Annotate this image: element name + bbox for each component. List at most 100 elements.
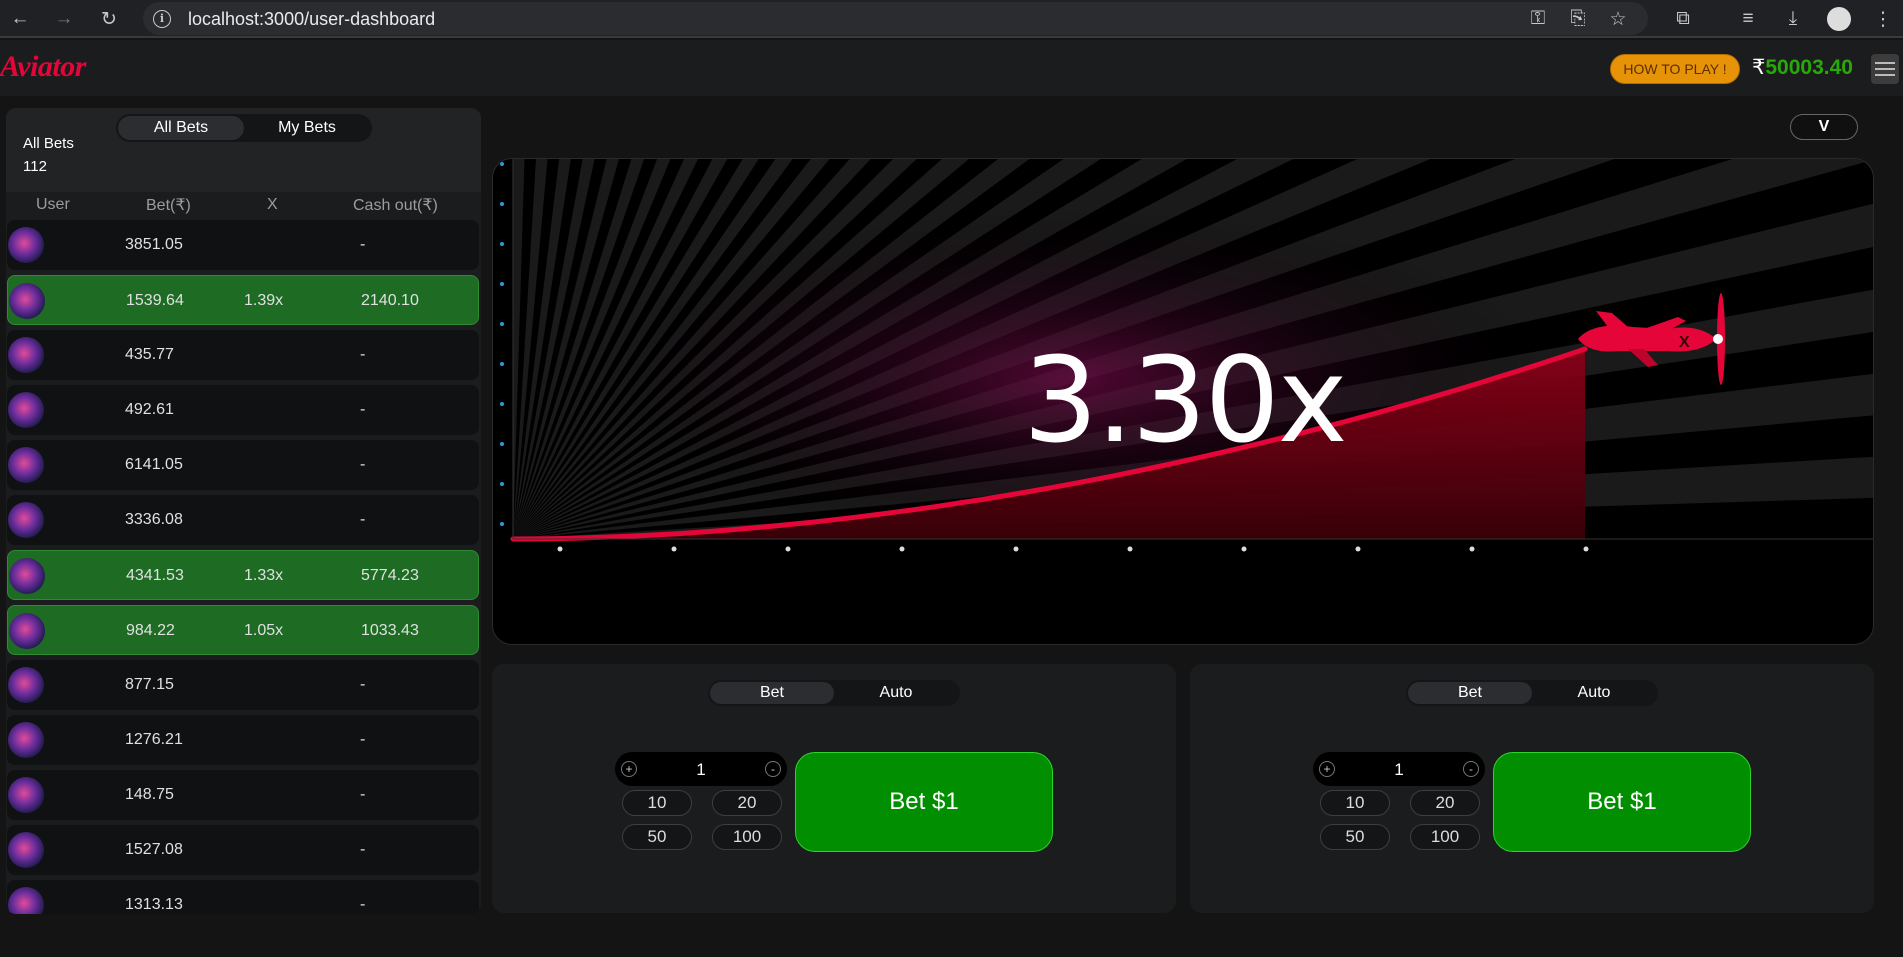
- game-canvas: X 3.30x: [492, 158, 1874, 645]
- table-row: 3851.05 -: [7, 220, 479, 270]
- download-icon[interactable]: ⤓: [1780, 6, 1806, 32]
- table-row: 1527.08 -: [7, 825, 479, 875]
- cashout-cell: -: [360, 346, 366, 363]
- tab-all-bets[interactable]: All Bets: [118, 116, 244, 140]
- bet-amount-cell: 1527.08: [125, 841, 183, 858]
- bookmark-star-icon[interactable]: ☆: [1605, 6, 1631, 32]
- bet-amount-cell: 1313.13: [125, 896, 183, 913]
- address-bar[interactable]: i localhost:3000/user-dashboard: [143, 2, 1648, 35]
- hamburger-menu-icon[interactable]: [1871, 54, 1899, 84]
- chip-20[interactable]: 20: [1410, 790, 1480, 816]
- col-bet: Bet(₹): [146, 197, 191, 214]
- bet-amount-value[interactable]: 1: [615, 760, 787, 780]
- place-bet-button[interactable]: Bet $1: [795, 752, 1053, 852]
- bet-panel-1: Bet Auto 1 + - 10 20 50 100 Bet $1: [492, 664, 1176, 913]
- bet-mode-switch: Bet Auto: [708, 680, 960, 706]
- extensions-icon[interactable]: ⧉: [1670, 6, 1696, 32]
- chip-10[interactable]: 10: [1320, 790, 1390, 816]
- site-info-icon[interactable]: i: [153, 10, 171, 28]
- back-icon[interactable]: ←: [8, 7, 32, 31]
- decrease-button[interactable]: -: [765, 761, 781, 777]
- table-row: 4341.53 1.33x 5774.23: [7, 550, 479, 600]
- profile-avatar-icon[interactable]: [1826, 6, 1852, 32]
- table-row: 877.15 -: [7, 660, 479, 710]
- bet-panel-2: Bet Auto 1 + - 10 20 50 100 Bet $1: [1190, 664, 1874, 913]
- user-avatar: [8, 502, 44, 538]
- place-bet-button[interactable]: Bet $1: [1493, 752, 1751, 852]
- url-text: localhost:3000/user-dashboard: [188, 9, 436, 29]
- reading-list-icon[interactable]: ≡: [1735, 6, 1761, 32]
- cashout-cell: 2140.10: [361, 292, 419, 309]
- cashout-cell: -: [360, 786, 366, 803]
- user-avatar: [8, 832, 44, 868]
- multiplier-cell: 1.05x: [244, 622, 284, 639]
- how-to-play-button[interactable]: HOW TO PLAY !: [1610, 54, 1740, 84]
- table-row: 3336.08 -: [7, 495, 479, 545]
- cashout-cell: -: [360, 731, 366, 748]
- current-multiplier: 3.30x: [1023, 331, 1348, 469]
- user-avatar: [8, 392, 44, 428]
- reload-icon[interactable]: ↻: [97, 7, 121, 31]
- cashout-cell: -: [360, 676, 366, 693]
- user-avatar: [8, 447, 44, 483]
- chip-50[interactable]: 50: [1320, 824, 1390, 850]
- bet-amount-cell: 148.75: [125, 786, 174, 803]
- bet-mode-switch: Bet Auto: [1406, 680, 1658, 706]
- table-row: 148.75 -: [7, 770, 479, 820]
- bet-amount-cell: 435.77: [125, 346, 174, 363]
- chip-20[interactable]: 20: [712, 790, 782, 816]
- cashout-cell: -: [360, 841, 366, 858]
- table-row: 1539.64 1.39x 2140.10: [7, 275, 479, 325]
- cashout-cell: -: [360, 236, 366, 253]
- tab-bet[interactable]: Bet: [710, 682, 834, 704]
- bet-amount-cell: 3851.05: [125, 236, 183, 253]
- bets-tab-switch: All Bets My Bets: [116, 114, 372, 142]
- browser-menu-icon[interactable]: ⋮: [1870, 6, 1896, 32]
- table-row: 984.22 1.05x 1033.43: [7, 605, 479, 655]
- bet-amount-cell: 1539.64: [126, 292, 184, 309]
- bet-amount-cell: 3336.08: [125, 511, 183, 528]
- table-row: 435.77 -: [7, 330, 479, 380]
- col-cashout: Cash out(₹): [353, 197, 438, 214]
- cashout-cell: 1033.43: [361, 622, 419, 639]
- cashout-cell: -: [360, 456, 366, 473]
- app-header: Aviator HOW TO PLAY ! ₹50003.40: [0, 40, 1903, 96]
- cashout-cell: -: [360, 511, 366, 528]
- chip-50[interactable]: 50: [622, 824, 692, 850]
- bet-amount-cell: 4341.53: [126, 567, 184, 584]
- user-avatar: [9, 558, 45, 594]
- cashout-cell: -: [360, 896, 366, 913]
- bet-amount-cell: 492.61: [125, 401, 174, 418]
- bets-panel-header: All Bets My Bets All Bets 112: [6, 108, 481, 192]
- bet-amount-value[interactable]: 1: [1313, 760, 1485, 780]
- user-avatar: [9, 283, 45, 319]
- table-row: 1313.13 -: [7, 880, 479, 914]
- browser-toolbar: ← → ↻ i localhost:3000/user-dashboard ⚿ …: [0, 0, 1903, 38]
- table-row: 6141.05 -: [7, 440, 479, 490]
- tab-my-bets[interactable]: My Bets: [244, 116, 370, 140]
- key-icon[interactable]: ⚿: [1525, 6, 1551, 32]
- install-app-icon[interactable]: ⎘: [1565, 6, 1591, 32]
- cashout-cell: 5774.23: [361, 567, 419, 584]
- chip-100[interactable]: 100: [1410, 824, 1480, 850]
- tab-auto[interactable]: Auto: [834, 682, 958, 704]
- cashout-cell: -: [360, 401, 366, 418]
- chip-10[interactable]: 10: [622, 790, 692, 816]
- bet-amount-cell: 877.15: [125, 676, 174, 693]
- forward-icon[interactable]: →: [52, 7, 76, 31]
- chip-100[interactable]: 100: [712, 824, 782, 850]
- col-user: User: [36, 196, 70, 213]
- bet-amount-stepper: 1 + -: [1313, 752, 1485, 786]
- decrease-button[interactable]: -: [1463, 761, 1479, 777]
- tab-bet[interactable]: Bet: [1408, 682, 1532, 704]
- increase-button[interactable]: +: [621, 761, 637, 777]
- bets-list: 3851.05 - 1539.64 1.39x 2140.10 435.77 - 492.61…: [6, 220, 481, 914]
- user-avatar: [8, 227, 44, 263]
- bet-amount-cell: 6141.05: [125, 456, 183, 473]
- increase-button[interactable]: +: [1319, 761, 1335, 777]
- multiplier-cell: 1.39x: [244, 292, 284, 309]
- collapse-toggle-button[interactable]: V: [1790, 114, 1858, 140]
- bet-amount-cell: 984.22: [126, 622, 175, 639]
- tab-auto[interactable]: Auto: [1532, 682, 1656, 704]
- table-row: 1276.21 -: [7, 715, 479, 765]
